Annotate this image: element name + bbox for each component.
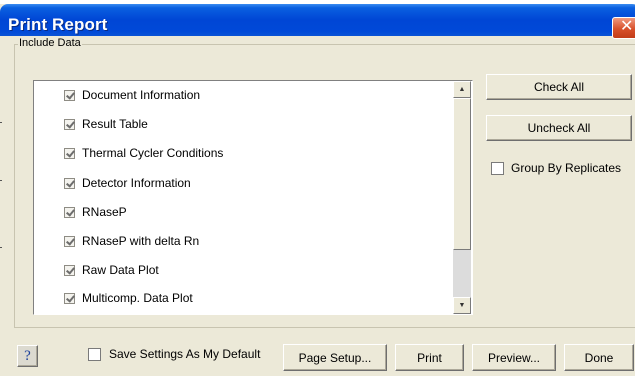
list-item[interactable]: Thermal Cycler Conditions — [64, 144, 223, 162]
group-by-replicates-option[interactable]: Group By Replicates — [491, 161, 621, 175]
print-button[interactable]: Print — [395, 344, 464, 371]
list-item-label: Thermal Cycler Conditions — [82, 146, 224, 160]
checkbox-rnasep-delta-rn[interactable] — [64, 235, 75, 247]
group-by-replicates-checkbox[interactable] — [491, 161, 504, 175]
done-button[interactable]: Done — [564, 344, 634, 371]
preview-button[interactable]: Preview... — [472, 344, 556, 371]
list-item[interactable]: Document Information — [64, 86, 200, 104]
checkbox-detector-information[interactable] — [64, 177, 75, 189]
list-item[interactable]: Result Table — [64, 115, 148, 133]
list-item[interactable]: RNaseP with delta Rn — [64, 232, 199, 250]
arrow-down-icon[interactable]: ▼ — [453, 297, 471, 314]
list-scrollbar[interactable]: ▲ ▼ — [453, 81, 471, 314]
page-setup-button[interactable]: Page Setup... — [283, 344, 387, 371]
include-data-legend: Include Data — [18, 37, 82, 49]
list-item[interactable]: Raw Data Plot — [64, 261, 159, 279]
list-item-label: Raw Data Plot — [82, 263, 159, 277]
list-item-label: Detector Information — [82, 176, 191, 190]
uncheck-all-button[interactable]: Uncheck All — [486, 115, 632, 141]
list-item-label: RNaseP with delta Rn — [82, 234, 200, 248]
save-default-label: Save Settings As My Default — [109, 347, 261, 361]
list-item[interactable]: Multicomp. Data Plot — [64, 289, 193, 307]
checkbox-multicomp-data-plot[interactable] — [64, 292, 75, 304]
list-item-label: Multicomp. Data Plot — [82, 291, 193, 305]
checkbox-rnasep[interactable] — [64, 206, 75, 218]
save-default-option[interactable]: Save Settings As My Default — [88, 347, 260, 361]
window-edge-mark — [0, 247, 2, 248]
checkbox-document-information[interactable] — [64, 89, 75, 101]
arrow-up-icon[interactable]: ▲ — [453, 81, 471, 98]
save-default-checkbox[interactable] — [88, 347, 101, 361]
checkbox-result-table[interactable] — [64, 118, 75, 130]
scrollbar-thumb[interactable] — [453, 98, 471, 250]
include-data-list: Document Information Result Table Therma… — [33, 80, 473, 315]
scrollbar-track[interactable] — [453, 250, 471, 297]
checkbox-thermal-cycler-conditions[interactable] — [64, 147, 75, 159]
list-item-label: Document Information — [82, 88, 201, 102]
window-edge-mark — [0, 122, 2, 123]
help-icon[interactable]: ? — [17, 345, 38, 367]
list-item-label: Result Table — [82, 117, 148, 131]
window-edge-mark — [0, 180, 2, 181]
list-item-label: RNaseP — [82, 205, 127, 219]
list-item[interactable]: Detector Information — [64, 174, 191, 192]
title-bar[interactable]: Print Report — [0, 4, 635, 36]
checkbox-raw-data-plot[interactable] — [64, 264, 75, 276]
list-item[interactable]: RNaseP — [64, 203, 127, 221]
group-by-replicates-label: Group By Replicates — [511, 161, 622, 175]
close-icon[interactable]: ✕ — [612, 17, 635, 39]
window-title: Print Report — [8, 15, 108, 34]
check-all-button[interactable]: Check All — [486, 74, 632, 100]
